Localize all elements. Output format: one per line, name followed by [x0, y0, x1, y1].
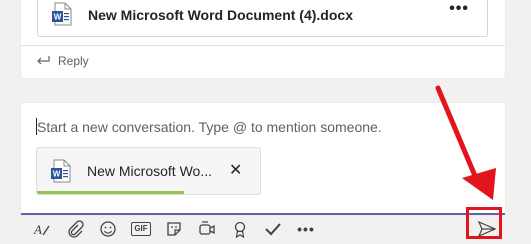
word-document-icon: W — [51, 159, 71, 183]
pending-attachment[interactable]: W New Microsoft Wo... ✕ — [36, 147, 261, 195]
remove-attachment-button[interactable]: ✕ — [229, 160, 242, 180]
reply-button[interactable]: Reply — [21, 45, 505, 79]
emoji-icon[interactable] — [98, 219, 118, 239]
praise-icon[interactable] — [230, 219, 250, 239]
meet-now-icon[interactable] — [197, 219, 217, 239]
svg-text:W: W — [53, 170, 61, 179]
reply-label: Reply — [58, 54, 89, 68]
approvals-icon[interactable] — [263, 219, 283, 239]
more-options-button[interactable]: ••• — [449, 0, 469, 18]
gif-label: GIF — [131, 222, 151, 236]
gif-icon[interactable]: GIF — [131, 219, 151, 239]
compose-toolbar: A GIF ••• — [21, 214, 505, 244]
file-attachment-card[interactable]: W New Microsoft Word Document (4).docx •… — [37, 0, 488, 37]
message-card: W New Microsoft Word Document (4).docx •… — [21, 0, 505, 78]
sticker-icon[interactable] — [164, 219, 184, 239]
compose-placeholder[interactable]: Start a new conversation. Type @ to ment… — [37, 119, 382, 135]
compose-box[interactable]: Start a new conversation. Type @ to ment… — [21, 103, 505, 215]
format-icon[interactable]: A — [32, 219, 52, 239]
attachment-name: New Microsoft Wo... — [87, 163, 212, 179]
send-highlight-box — [466, 207, 502, 239]
word-document-icon: W — [52, 2, 72, 26]
file-name[interactable]: New Microsoft Word Document (4).docx — [88, 7, 353, 23]
svg-text:A: A — [33, 222, 42, 237]
attach-icon[interactable] — [65, 219, 85, 239]
reply-icon — [37, 56, 50, 65]
svg-text:W: W — [54, 13, 62, 22]
more-options-icon[interactable]: ••• — [296, 219, 316, 239]
upload-progress-bar — [37, 191, 185, 194]
